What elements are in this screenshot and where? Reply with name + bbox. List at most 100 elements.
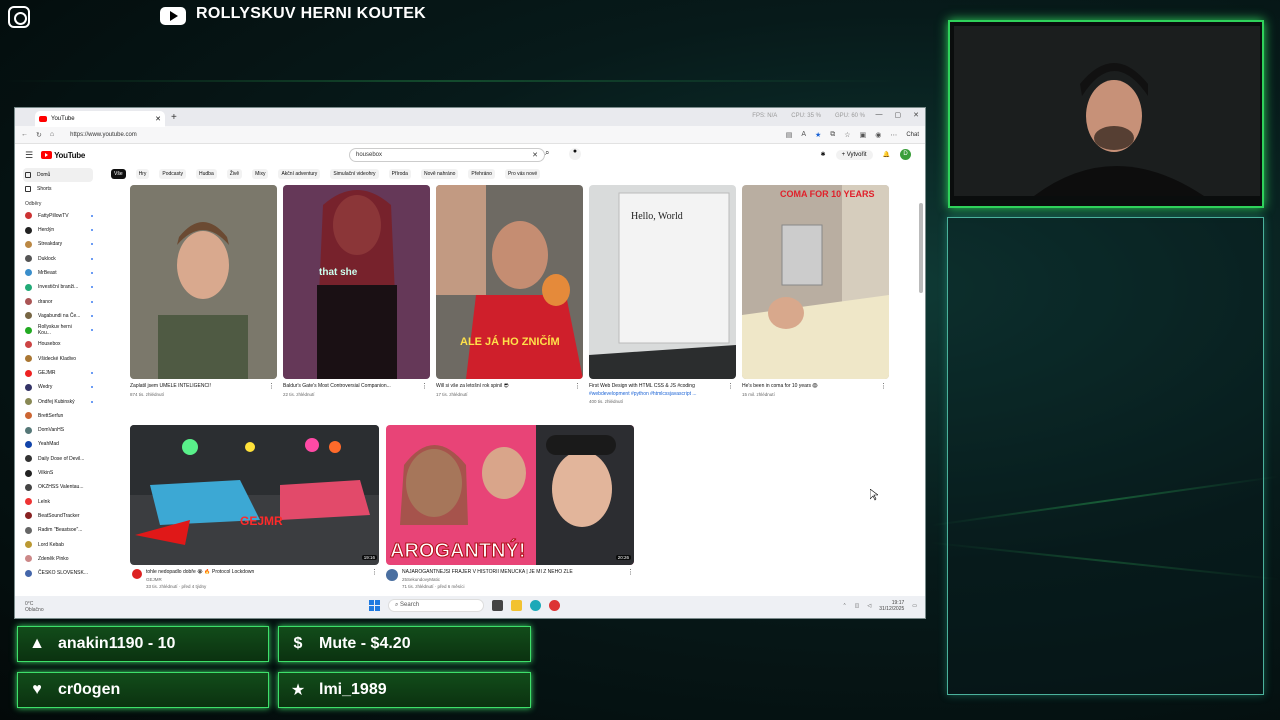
filter-chip[interactable]: Simulační videohry bbox=[330, 169, 379, 179]
short-thumbnail[interactable]: ALE JÁ HO ZNIČÍM bbox=[436, 185, 583, 379]
extensions-icon[interactable]: ⧉ bbox=[830, 131, 835, 139]
maximize-button[interactable]: ▢ bbox=[895, 111, 902, 119]
translate-icon[interactable]: A bbox=[801, 131, 806, 138]
collections-icon[interactable]: ▣ bbox=[860, 131, 867, 139]
edge-icon[interactable] bbox=[530, 600, 541, 611]
sidebar-item-subscription[interactable]: BrettSerfun bbox=[23, 409, 101, 423]
short-card[interactable]: Hello, World First Web Design with HTML … bbox=[589, 185, 736, 405]
video-title[interactable]: He's been in coma for 10 years 😱 bbox=[742, 383, 877, 389]
more-options-icon[interactable]: ⋮ bbox=[574, 382, 581, 390]
sidebar-item-subscription[interactable]: Investiční branži... bbox=[23, 280, 101, 294]
filter-chip[interactable]: Přehráno bbox=[468, 169, 495, 179]
tab-youtube[interactable]: YouTube ✕ bbox=[35, 111, 165, 127]
video-title[interactable]: Baldur's Gate's Most Controversial Compa… bbox=[283, 383, 418, 389]
sidebar-item-subscription[interactable]: Daily Dose of Devil... bbox=[23, 452, 101, 466]
new-tab-button[interactable]: + bbox=[171, 112, 177, 123]
sidebar-item-subscription[interactable]: Duklock bbox=[23, 251, 101, 265]
short-card[interactable]: Zaplatil jsem UMĚLÉ INTELIGENCI! 874 tis… bbox=[130, 185, 277, 405]
file-explorer-icon[interactable] bbox=[511, 600, 522, 611]
tray-chevron-icon[interactable]: ⌃ bbox=[842, 603, 846, 609]
filter-chip[interactable]: Příroda bbox=[388, 169, 411, 179]
network-icon[interactable]: ◫ bbox=[855, 603, 860, 609]
copilot-chat-button[interactable]: Chat bbox=[906, 132, 919, 138]
more-options-icon[interactable]: ⋮ bbox=[727, 382, 734, 390]
sidebar-item-subscription[interactable]: Housebox bbox=[23, 337, 101, 351]
video-card[interactable]: AROGANTNÝ! 20:26 NAJAROGANTNĚJŠÍ FRAJER … bbox=[386, 425, 636, 595]
more-options-icon[interactable]: ⋮ bbox=[421, 382, 428, 390]
search-input[interactable]: housebox ✕ bbox=[349, 148, 545, 162]
more-options-icon[interactable]: ⋮ bbox=[371, 568, 378, 576]
more-options-icon[interactable]: ⋮ bbox=[268, 382, 275, 390]
filter-chip[interactable]: Nově nahráno bbox=[420, 169, 459, 179]
sidebar-section-subscriptions[interactable]: Odběry bbox=[25, 201, 101, 207]
minimize-button[interactable]: — bbox=[876, 111, 883, 119]
filter-chip[interactable]: Mixy bbox=[252, 169, 269, 179]
sidebar-item-subscription[interactable]: YeahMad bbox=[23, 437, 101, 451]
filter-chip[interactable]: Podcasty bbox=[159, 169, 186, 179]
notifications-icon[interactable]: 🔔 bbox=[883, 151, 890, 158]
create-button[interactable]: + Vytvořit bbox=[835, 149, 873, 160]
notification-center-icon[interactable]: ▭ bbox=[912, 603, 917, 609]
sidebar-item-subscription[interactable]: Herdýn bbox=[23, 223, 101, 237]
filter-chip[interactable]: Živě bbox=[226, 169, 243, 179]
video-thumbnail[interactable]: GEJMR bbox=[130, 425, 379, 565]
short-thumbnail[interactable]: Hello, World bbox=[589, 185, 736, 379]
sidebar-item-subscription[interactable]: BeatSoundTracker bbox=[23, 509, 101, 523]
favorite-star-icon[interactable]: ★ bbox=[815, 131, 821, 139]
video-title[interactable]: Will si vše za letošní rok spinil 😎 bbox=[436, 383, 571, 389]
video-title[interactable]: NAJAROGANTNĚJŠÍ FRAJER V HISTORII MENUČK… bbox=[402, 569, 622, 575]
sidebar-item-subscription[interactable]: ČESKO SLOVENSK... bbox=[23, 566, 101, 580]
channel-name[interactable]: GEJMR bbox=[146, 577, 162, 582]
video-card[interactable]: GEJMR 19:16 tohle nedopadlo dobře 😭 🔥 Pr… bbox=[130, 425, 380, 595]
windows-start-icon[interactable] bbox=[369, 600, 380, 611]
sidebar-item-subscription[interactable]: Lord Kebab bbox=[23, 537, 101, 551]
sidebar-item-subscription[interactable]: Zdeněk Pinko bbox=[23, 552, 101, 566]
sidebar-item-subscription[interactable]: dranor bbox=[23, 294, 101, 308]
channel-name[interactable]: 25SekundovyMatic bbox=[402, 577, 440, 582]
clear-search-icon[interactable]: ✕ bbox=[532, 151, 538, 159]
youtube-logo[interactable]: YouTube bbox=[41, 151, 85, 160]
sidebar-item-subscription[interactable]: OKZHSS Valentau... bbox=[23, 480, 101, 494]
sidebar-item-subscription[interactable]: Ondřej Kubinský bbox=[23, 394, 101, 408]
short-thumbnail[interactable]: that she bbox=[283, 185, 430, 379]
sidebar-item-subscription[interactable]: MrBeast bbox=[23, 266, 101, 280]
settings-icon[interactable]: ✱ bbox=[821, 151, 826, 158]
clock[interactable]: 19:17 31/12/2025 bbox=[879, 600, 904, 612]
filter-chip[interactable]: Akční adventury bbox=[278, 169, 321, 179]
url-field[interactable]: https://www.youtube.com bbox=[70, 132, 137, 138]
menu-icon[interactable]: ☰ bbox=[25, 150, 33, 161]
weather-widget[interactable]: 0°C Oblačno bbox=[25, 601, 44, 613]
sidebar-item-subscription[interactable]: Všidecké Kladivo bbox=[23, 352, 101, 366]
sidebar-item-subscription[interactable]: Streakdary bbox=[23, 237, 101, 251]
sidebar-item-subscription[interactable]: FattyPillowTV bbox=[23, 209, 101, 223]
short-card[interactable]: that she Baldur's Gate's Most Controvers… bbox=[283, 185, 430, 405]
search-icon[interactable]: ⌕ bbox=[545, 148, 549, 158]
video-title-line2[interactable]: #webdevelopment #python #htmlcssjavascri… bbox=[589, 391, 724, 397]
close-tab-icon[interactable]: ✕ bbox=[155, 115, 161, 123]
sidebar-item-subscription[interactable]: VilkinS bbox=[23, 466, 101, 480]
refresh-icon[interactable]: ↻ bbox=[36, 131, 42, 139]
filter-chip[interactable]: Hry bbox=[135, 169, 150, 179]
more-icon[interactable]: ⋯ bbox=[890, 131, 897, 139]
more-options-icon[interactable]: ⋮ bbox=[880, 382, 887, 390]
task-view-icon[interactable] bbox=[492, 600, 503, 611]
channel-avatar[interactable] bbox=[386, 569, 398, 581]
channel-avatar[interactable] bbox=[132, 569, 142, 579]
filter-chip[interactable]: Hudba bbox=[195, 169, 217, 179]
filter-chip[interactable]: Vše bbox=[111, 169, 126, 179]
profile-icon[interactable]: ◉ bbox=[875, 131, 881, 139]
sidebar-item-subscription[interactable]: Wedry bbox=[23, 380, 101, 394]
reader-icon[interactable]: ▤ bbox=[786, 131, 793, 139]
sidebar-item-subscription[interactable]: Lelnk bbox=[23, 495, 101, 509]
favorites-icon[interactable]: ☆ bbox=[844, 131, 850, 139]
sidebar-item-subscription[interactable]: Radim "Beastsoe"... bbox=[23, 523, 101, 537]
filter-chip[interactable]: Pro vás nové bbox=[504, 169, 541, 179]
video-thumbnail[interactable]: AROGANTNÝ! bbox=[386, 425, 634, 565]
sidebar-item-subscription[interactable]: DomVanHS bbox=[23, 423, 101, 437]
avatar[interactable]: D bbox=[900, 149, 911, 160]
sidebar-item-shorts[interactable]: Shorts bbox=[23, 182, 101, 196]
chrome-icon[interactable] bbox=[549, 600, 560, 611]
mic-icon[interactable]: ● bbox=[569, 148, 581, 160]
more-options-icon[interactable]: ⋮ bbox=[627, 568, 634, 576]
short-thumbnail[interactable] bbox=[130, 185, 277, 379]
